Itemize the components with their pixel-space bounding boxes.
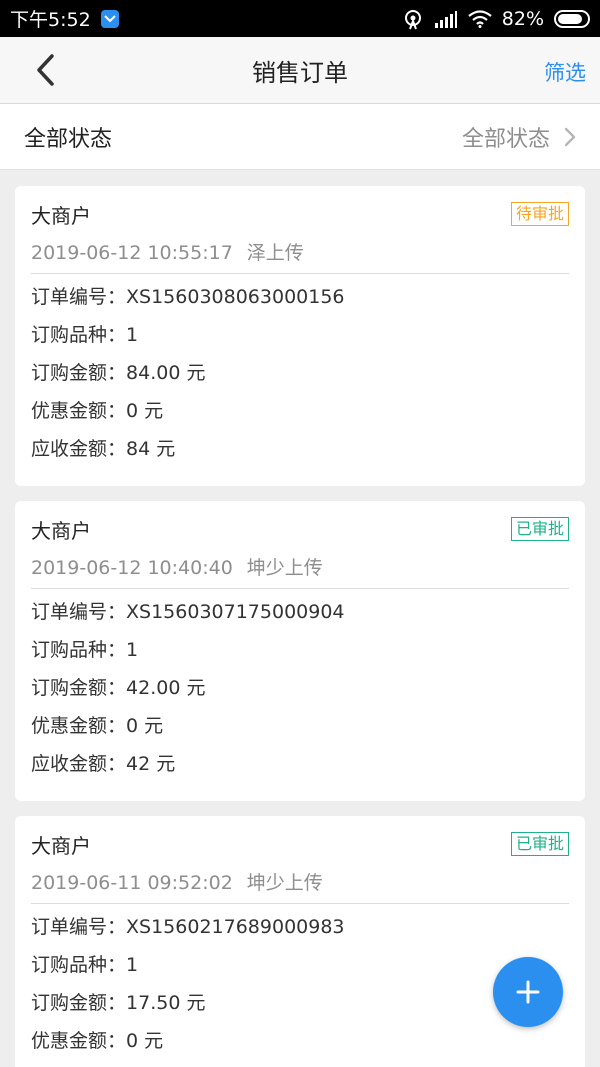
receivable-label: 应收金额： — [31, 438, 127, 460]
order-number-label: 订单编号： — [31, 286, 127, 308]
receivable-value: 84 元 — [126, 438, 176, 460]
add-order-button[interactable] — [493, 957, 563, 1027]
status-badge: 待审批 — [510, 202, 569, 226]
discount-label: 优惠金额： — [31, 400, 127, 422]
order-number-label: 订单编号： — [31, 916, 127, 938]
filter-button[interactable]: 筛选 — [544, 57, 586, 87]
variety-value: 1 — [126, 324, 139, 346]
variety-row: 订购品种：1 — [31, 951, 569, 989]
discount-label: 优惠金额： — [31, 715, 127, 737]
discount-value: 0 元 — [126, 715, 164, 737]
order-uploader: 坤少上传 — [246, 557, 323, 579]
variety-label: 订购品种： — [31, 324, 127, 346]
battery-percent: 82% — [501, 7, 544, 30]
order-number-row: 订单编号：XS1560217689000983 — [31, 913, 569, 951]
discount-value: 0 元 — [126, 1030, 164, 1052]
status-bar: 下午5:52 82% — [0, 0, 600, 37]
order-card-header: 大商户 已审批 2019-06-11 09:52:02 坤少上传 — [31, 816, 569, 904]
variety-row: 订购品种：1 — [31, 636, 569, 674]
variety-label: 订购品种： — [31, 639, 127, 661]
signal-icon — [434, 10, 457, 28]
order-datetime: 2019-06-12 10:40:40 — [31, 557, 233, 579]
variety-label: 订购品种： — [31, 954, 127, 976]
order-uploader: 坤少上传 — [246, 872, 323, 894]
order-card[interactable]: 大商户 已审批 2019-06-12 10:40:40 坤少上传 订单编号：XS1… — [15, 501, 585, 801]
order-datetime: 2019-06-11 09:52:02 — [31, 872, 233, 894]
merchant-name: 大商户 — [31, 204, 91, 228]
notification-app-icon — [100, 9, 119, 28]
variety-row: 订购品种：1 — [31, 321, 569, 359]
amount-row: 订购金额：84.00 元 — [31, 359, 569, 397]
order-number-value: XS1560308063000156 — [126, 286, 345, 308]
order-datetime: 2019-06-12 10:55:17 — [31, 242, 233, 264]
amount-label: 订购金额： — [31, 677, 127, 699]
status-badge: 已审批 — [510, 832, 569, 856]
amount-value: 84.00 元 — [126, 362, 206, 384]
status-filter-label: 全部状态 — [24, 126, 113, 152]
receivable-label: 应收金额： — [31, 753, 127, 775]
status-right: 82% — [402, 8, 590, 30]
chevron-right-icon — [564, 127, 576, 146]
status-filter-selector[interactable]: 全部状态 — [462, 121, 576, 153]
order-card[interactable]: 大商户 已审批 2019-06-11 09:52:02 坤少上传 订单编号：XS1… — [15, 816, 585, 1067]
order-number-value: XS1560307175000904 — [126, 601, 345, 623]
order-fields: 订单编号：XS1560217689000983 订购品种：1 订购金额：17.5… — [31, 904, 569, 1065]
discount-row: 优惠金额：0 元 — [31, 397, 569, 435]
order-number-row: 订单编号：XS1560307175000904 — [31, 598, 569, 636]
back-button[interactable] — [30, 53, 64, 87]
order-fields: 订单编号：XS1560307175000904 订购品种：1 订购金额：42.0… — [31, 589, 569, 788]
variety-value: 1 — [126, 954, 139, 976]
amount-row: 订购金额：17.50 元 — [31, 989, 569, 1027]
receivable-row: 应收金额：42 元 — [31, 750, 569, 788]
amount-label: 订购金额： — [31, 362, 127, 384]
order-number-label: 订单编号： — [31, 601, 127, 623]
order-card-header: 大商户 已审批 2019-06-12 10:40:40 坤少上传 — [31, 501, 569, 589]
order-fields: 订单编号：XS1560308063000156 订购品种：1 订购金额：84.0… — [31, 274, 569, 473]
merchant-name: 大商户 — [31, 834, 91, 858]
discount-row: 优惠金额：0 元 — [31, 712, 569, 750]
status-left: 下午5:52 — [10, 5, 119, 32]
plus-icon — [516, 980, 540, 1004]
order-number-value: XS1560217689000983 — [126, 916, 345, 938]
order-uploader: 泽上传 — [246, 242, 304, 264]
order-card-header: 大商户 待审批 2019-06-12 10:55:17 泽上传 — [31, 186, 569, 274]
receivable-row: 应收金额：84 元 — [31, 435, 569, 473]
discount-value: 0 元 — [126, 400, 164, 422]
amount-label: 订购金额： — [31, 992, 127, 1014]
receivable-value: 42 元 — [126, 753, 176, 775]
order-meta: 2019-06-12 10:55:17 泽上传 — [31, 238, 304, 265]
status-filter-value: 全部状态 — [461, 126, 550, 152]
page-title: 销售订单 — [252, 58, 348, 87]
status-badge: 已审批 — [510, 517, 569, 541]
battery-icon — [554, 9, 590, 28]
wifi-icon — [468, 9, 492, 28]
amount-row: 订购金额：42.00 元 — [31, 674, 569, 712]
amount-value: 42.00 元 — [126, 677, 206, 699]
merchant-name: 大商户 — [31, 519, 91, 543]
variety-value: 1 — [126, 639, 139, 661]
status-time: 下午5:52 — [10, 9, 91, 31]
nav-bar: 销售订单 筛选 — [0, 37, 600, 104]
order-number-row: 订单编号：XS1560308063000156 — [31, 283, 569, 321]
status-filter-row[interactable]: 全部状态 全部状态 — [0, 104, 600, 170]
discount-row: 优惠金额：0 元 — [31, 1027, 569, 1065]
order-meta: 2019-06-12 10:40:40 坤少上传 — [31, 553, 323, 580]
amount-value: 17.50 元 — [126, 992, 206, 1014]
order-meta: 2019-06-11 09:52:02 坤少上传 — [31, 868, 323, 895]
hotspot-icon — [404, 9, 421, 29]
order-card[interactable]: 大商户 待审批 2019-06-12 10:55:17 泽上传 订单编号：XS15… — [15, 186, 585, 486]
discount-label: 优惠金额： — [31, 1030, 127, 1052]
